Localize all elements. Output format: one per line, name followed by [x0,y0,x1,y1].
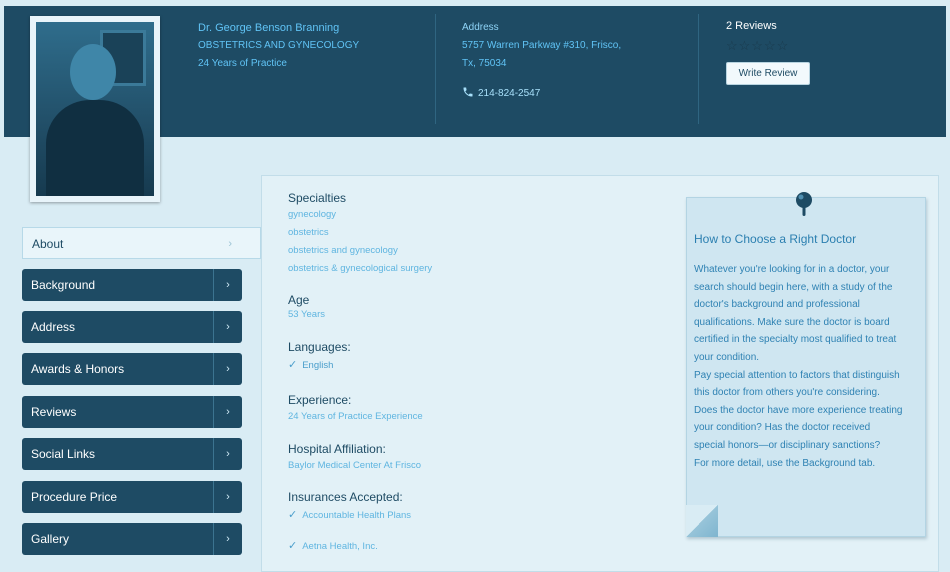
tip-body: Whatever you're looking for in a doctor,… [694,261,920,472]
age-heading: Age [288,293,310,307]
check-icon: ✓ [288,540,298,552]
write-review-button[interactable]: Write Review [726,62,810,85]
tip-title: How to Choose a Right Doctor [694,232,857,246]
insurance-value: Aetna Health, Inc. [302,541,378,552]
languages-heading: Languages: [288,340,351,354]
specialty-item[interactable]: gynecology [288,206,432,224]
star-rating[interactable]: ☆☆☆☆☆ [726,38,789,54]
address-label: Address [462,22,499,33]
phone-icon [463,87,473,97]
sidebar-item-about[interactable]: About › [22,227,261,259]
sidebar-item-background[interactable]: Background › [22,269,242,301]
hospital-heading: Hospital Affiliation: [288,442,386,456]
specialty-item[interactable]: obstetrics & gynecological surgery [288,260,432,278]
chevron-right-icon: › [213,523,242,555]
sidebar-item-reviews[interactable]: Reviews › [22,396,242,428]
language-item: ✓ English [288,356,333,375]
language-value: English [302,360,334,371]
tip-line: search should begin here, with a study o… [694,281,893,293]
sidebar-item-awards-honors[interactable]: Awards & Honors › [22,353,242,385]
insurances-heading: Insurances Accepted: [288,490,403,504]
chevron-right-icon: › [213,353,242,385]
tip-line: Whatever you're looking for in a doctor,… [694,264,890,275]
sidebar-item-label: Reviews [31,405,77,419]
sidebar-item-label: Awards & Honors [31,362,125,376]
sidebar-item-label: About [32,237,64,251]
specialty-item[interactable]: obstetrics [288,224,432,242]
chevron-right-icon: › [213,438,242,470]
pushpin-icon [796,192,812,216]
phone-number[interactable]: 214-824-2547 [462,86,540,99]
specialties-list: gynecology obstetrics obstetrics and gyn… [288,206,432,278]
check-icon: ✓ [288,359,298,371]
note-corner-fold [686,505,718,537]
tip-line: Does the doctor have more experience tre… [694,404,903,416]
hospital-value[interactable]: Baylor Medical Center At Frisco [288,457,421,475]
doctor-photo [30,16,160,202]
insurance-item: ✓ Accountable Health Plans [288,506,411,525]
reviews-count[interactable]: 2 Reviews [726,20,777,32]
doctor-name: Dr. George Benson Branning [198,22,340,34]
phone-text: 214-824-2547 [478,88,541,99]
address-line1: 5757 Warren Parkway #310, Frisco, [462,40,622,51]
experience-heading: Experience: [288,393,352,407]
chevron-right-icon: › [228,238,232,250]
specialty-item[interactable]: obstetrics and gynecology [288,242,432,260]
sidebar-item-label: Gallery [31,532,70,546]
insurance-item: ✓ Aetna Health, Inc. [288,537,378,556]
header-divider [698,14,699,124]
tip-line: your condition. [694,351,760,363]
doctor-experience: 24 Years of Practice [198,58,287,69]
sidebar-item-label: Social Links [31,447,96,461]
tip-line: your condition? Has the doctor received [694,422,871,434]
experience-value: 24 Years of Practice Experience [288,411,423,422]
sidebar-item-procedure-price[interactable]: Procedure Price › [22,481,242,513]
address-line2: Tx, 75034 [462,58,507,69]
sidebar-item-label: Background [31,278,96,292]
tip-line: special honors—or disciplinary sanctions… [694,439,881,451]
chevron-right-icon: › [213,481,242,513]
doctor-specialty: OBSTETRICS AND GYNECOLOGY [198,40,360,51]
tip-line: Pay special attention to factors that di… [694,369,900,381]
sidebar-item-gallery[interactable]: Gallery › [22,523,242,555]
sidebar-item-address[interactable]: Address › [22,311,242,343]
tip-line: For more detail, use the Background tab. [694,457,876,469]
tip-line: certified in the specialty most qualifie… [694,334,897,346]
chevron-right-icon: › [213,396,242,428]
chevron-right-icon: › [213,269,242,301]
chevron-right-icon: › [213,311,242,343]
tip-line: this doctor from others you're consideri… [694,387,880,399]
age-value: 53 Years [288,309,325,320]
tip-line: qualifications. Make sure the doctor is … [694,316,890,328]
specialties-heading: Specialties [288,191,347,205]
check-icon: ✓ [288,509,298,521]
sidebar-item-social-links[interactable]: Social Links › [22,438,242,470]
insurance-value: Accountable Health Plans [302,510,412,521]
header-divider [435,14,436,124]
sidebar-item-label: Address [31,320,76,334]
tip-line: doctor's background and professional [694,299,860,311]
sidebar-item-label: Procedure Price [31,490,118,504]
